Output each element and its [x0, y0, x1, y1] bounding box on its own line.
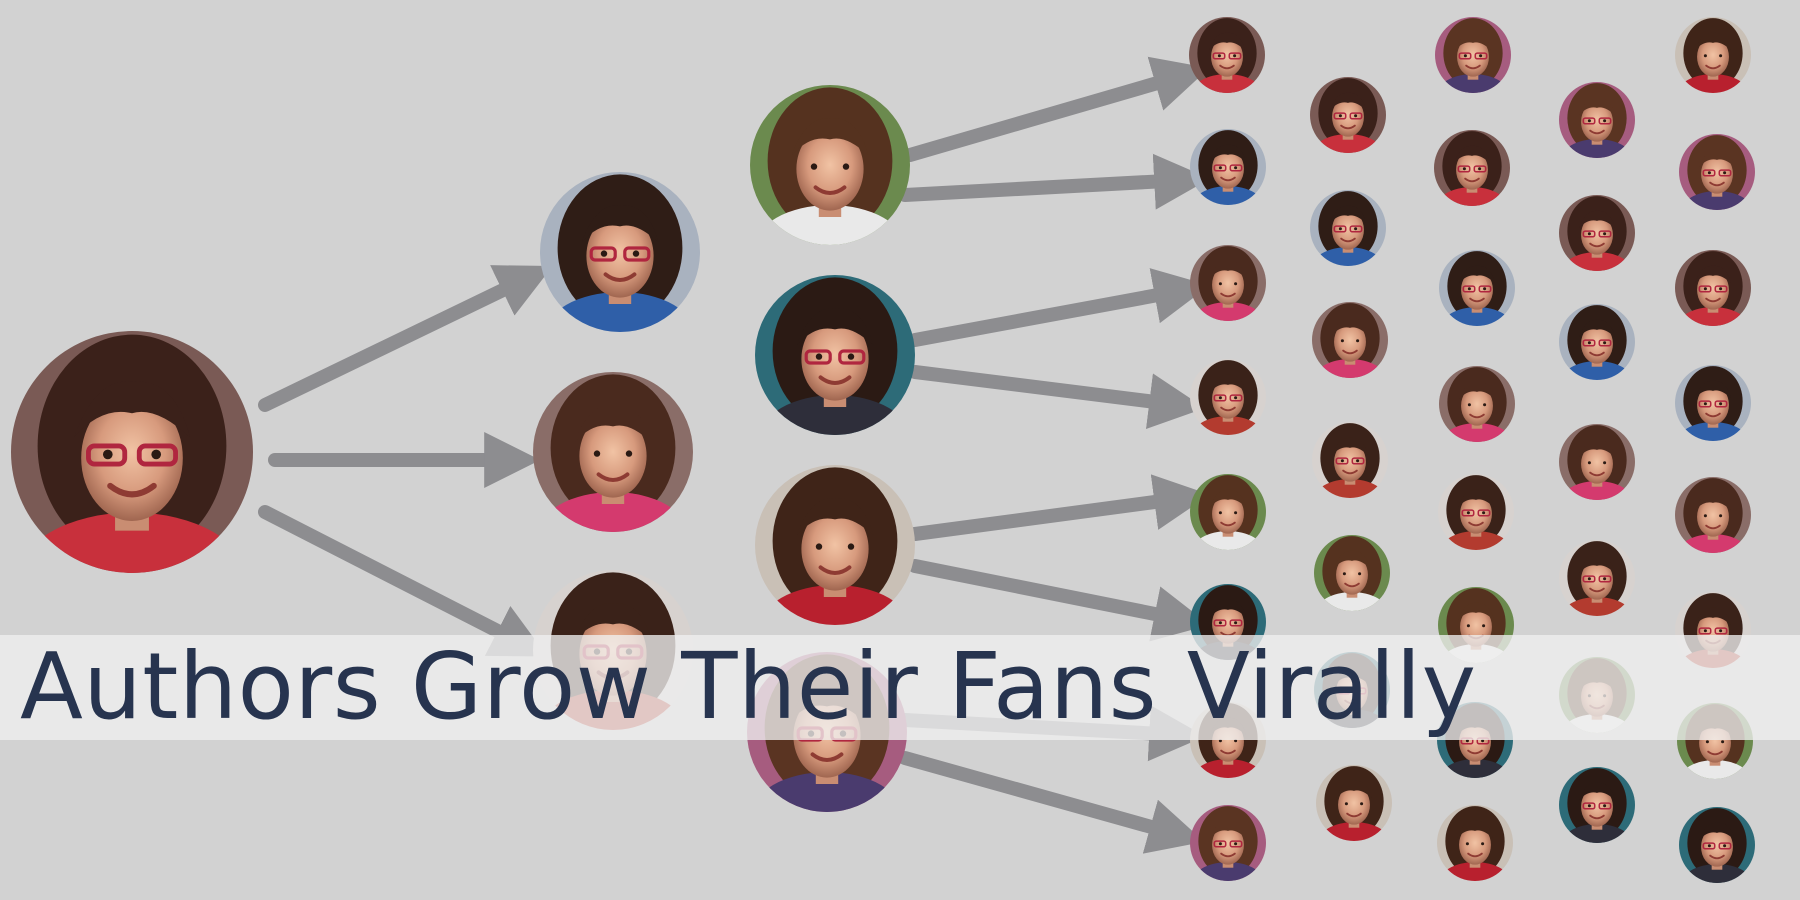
avatar: [1439, 250, 1515, 326]
avatar: [540, 172, 700, 332]
avatar: [1314, 535, 1390, 611]
avatar: [1559, 424, 1635, 500]
arrow: [258, 265, 553, 412]
avatar: [1439, 366, 1515, 442]
avatar: [1189, 17, 1265, 93]
arrow: [908, 365, 1206, 429]
avatar: [1675, 477, 1751, 553]
banner-title: Authors Grow Their Fans Virally: [20, 633, 1477, 740]
arrow: [908, 559, 1210, 642]
avatar: [1435, 17, 1511, 93]
avatar: [1559, 540, 1635, 616]
avatar: [533, 372, 693, 532]
avatar: [1675, 17, 1751, 93]
avatar: [1559, 82, 1635, 158]
avatar: [1559, 195, 1635, 271]
avatar: [1437, 805, 1513, 881]
avatar: [1312, 302, 1388, 378]
avatar: [1190, 474, 1266, 550]
fan-growth-diagram: [11, 17, 1755, 883]
avatar: [11, 331, 253, 573]
avatar: [1310, 190, 1386, 266]
avatar: [755, 275, 915, 435]
arrow: [908, 268, 1210, 347]
avatar: [1190, 245, 1266, 321]
avatar: [1190, 129, 1266, 205]
avatar: [1675, 365, 1751, 441]
arrow: [903, 56, 1210, 162]
avatar: [1190, 359, 1266, 435]
avatar: [1679, 134, 1755, 210]
arrow: [898, 751, 1205, 854]
avatar: [1312, 422, 1388, 498]
avatar: [1675, 250, 1751, 326]
avatar: [1310, 77, 1386, 153]
avatar: [1559, 767, 1635, 843]
avatar: [1190, 805, 1266, 881]
arrow: [898, 153, 1211, 210]
arrow: [908, 474, 1210, 541]
avatar: [750, 85, 910, 245]
arrow: [258, 505, 548, 657]
avatar: [1438, 474, 1514, 550]
avatar: [1434, 130, 1510, 206]
avatar: [1316, 765, 1392, 841]
avatar: [1559, 304, 1635, 380]
avatar: [1679, 807, 1755, 883]
